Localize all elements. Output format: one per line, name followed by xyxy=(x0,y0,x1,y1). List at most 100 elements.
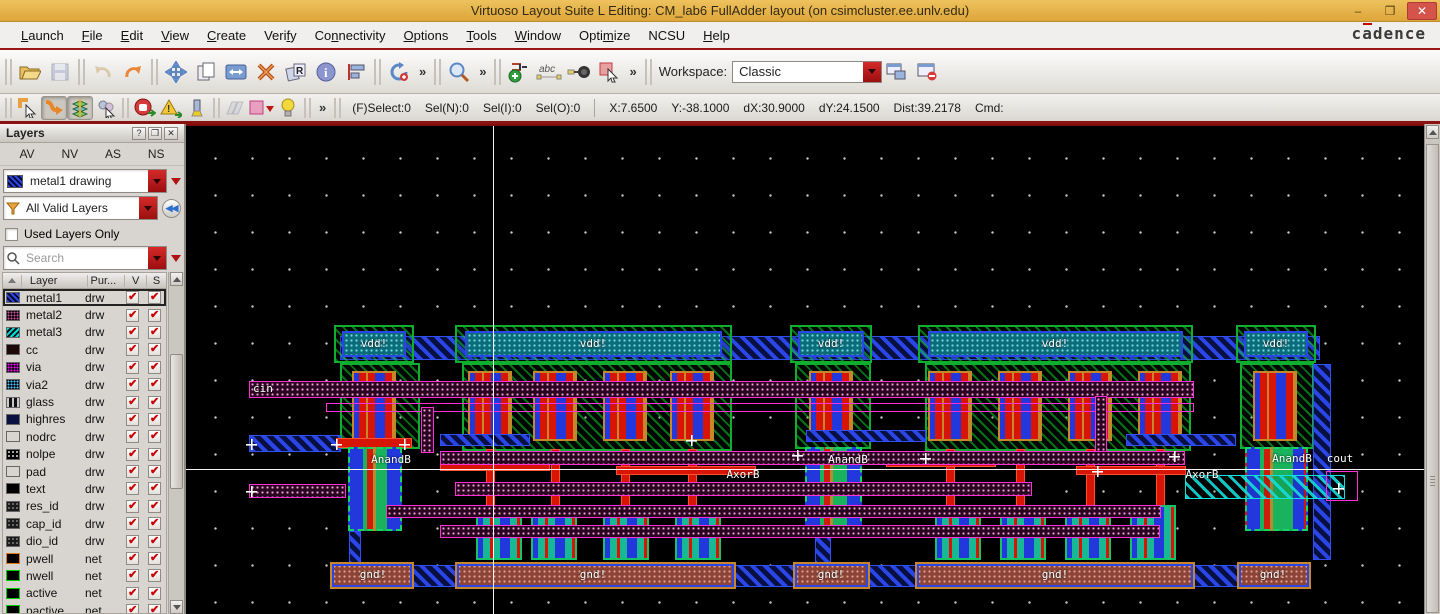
toolbar-grip[interactable] xyxy=(374,58,381,85)
layer-table-scrollbar[interactable] xyxy=(168,272,184,614)
properties-button[interactable]: i xyxy=(311,57,341,87)
layer-row-pad[interactable]: pad drw ✔ ✔ xyxy=(3,463,166,480)
layout-shape-m1h[interactable] xyxy=(1126,434,1236,446)
net-label-vdd[interactable]: vdd! xyxy=(361,337,388,350)
toolbar-overflow[interactable]: » xyxy=(474,64,491,79)
undo-button[interactable] xyxy=(88,57,118,87)
net-label-gnd[interactable]: gnd! xyxy=(1042,568,1069,581)
net-label-cout[interactable]: cout xyxy=(1327,452,1354,465)
layout-shape-m1h[interactable] xyxy=(440,434,530,446)
layer-visible-checkbox[interactable]: ✔ xyxy=(126,412,140,426)
fill-style-button[interactable] xyxy=(249,96,275,120)
create-label-button[interactable]: abc xyxy=(534,57,564,87)
column-selectable[interactable]: S xyxy=(146,274,166,287)
layer-row-metal3[interactable]: metal3 drw ✔ ✔ xyxy=(3,324,166,341)
menu-item-window[interactable]: Window xyxy=(506,28,570,43)
toolbar-grip[interactable] xyxy=(5,97,12,118)
layer-visible-checkbox[interactable]: ✔ xyxy=(126,534,140,548)
net-label-anandb[interactable]: AnandB xyxy=(828,453,868,466)
column-purpose[interactable]: Pur... xyxy=(86,274,125,287)
layer-row-res_id[interactable]: res_id drw ✔ ✔ xyxy=(3,498,166,515)
rotate-button[interactable]: R xyxy=(281,57,311,87)
layer-visible-checkbox[interactable]: ✔ xyxy=(126,430,140,444)
layer-visible-checkbox[interactable]: ✔ xyxy=(126,447,140,461)
create-instance-button[interactable] xyxy=(504,57,534,87)
menu-item-verify[interactable]: Verify xyxy=(255,28,306,43)
menu-item-create[interactable]: Create xyxy=(198,28,255,43)
layout-shape-m2[interactable] xyxy=(386,505,1161,518)
layers-panel-titlebar[interactable]: Layers ? ❐ ✕ xyxy=(0,124,184,143)
layer-visible-checkbox[interactable]: ✔ xyxy=(126,517,140,531)
net-label-gnd[interactable]: gnd! xyxy=(360,568,387,581)
menu-item-view[interactable]: View xyxy=(152,28,198,43)
layer-selectable-checkbox[interactable]: ✔ xyxy=(148,586,161,600)
menu-item-help[interactable]: Help xyxy=(694,28,739,43)
copy-button[interactable] xyxy=(191,57,221,87)
layer-visible-checkbox[interactable]: ✔ xyxy=(126,395,140,409)
workspace-dropdown-icon[interactable] xyxy=(863,61,882,82)
layer-row-metal2[interactable]: metal2 drw ✔ ✔ xyxy=(3,306,166,323)
layer-row-cap_id[interactable]: cap_id drw ✔ ✔ xyxy=(3,515,166,532)
redo-button[interactable] xyxy=(118,57,148,87)
layer-visible-checkbox[interactable]: ✔ xyxy=(126,378,140,392)
toolbar-grip[interactable] xyxy=(334,97,342,118)
layer-filter-dropdown-icon[interactable] xyxy=(139,197,157,219)
layer-row-dio_id[interactable]: dio_id drw ✔ ✔ xyxy=(3,532,166,549)
menu-item-edit[interactable]: Edit xyxy=(112,28,152,43)
layer-row-pwell[interactable]: pwell net ✔ ✔ xyxy=(3,550,166,567)
select-mode-button[interactable] xyxy=(594,57,624,87)
toolbar-grip[interactable] xyxy=(5,58,12,85)
layer-visible-checkbox[interactable]: ✔ xyxy=(126,308,140,322)
layout-shape-m1h[interactable] xyxy=(806,430,926,442)
net-label-anandb[interactable]: AnandB xyxy=(371,453,411,466)
layer-selectable-checkbox[interactable]: ✔ xyxy=(148,482,161,496)
menu-item-file[interactable]: File xyxy=(73,28,112,43)
save-button[interactable] xyxy=(45,57,75,87)
net-label-gnd[interactable]: gnd! xyxy=(1260,568,1287,581)
menu-item-connectivity[interactable]: Connectivity xyxy=(306,28,395,43)
highlight-button[interactable] xyxy=(275,96,301,120)
toolbar-grip[interactable] xyxy=(434,58,442,85)
area-select-button[interactable] xyxy=(93,96,119,120)
create-pin-button[interactable] xyxy=(564,57,594,87)
layer-visible-checkbox[interactable]: ✔ xyxy=(126,586,140,600)
layer-visible-checkbox[interactable]: ✔ xyxy=(126,325,140,339)
layer-row-glass[interactable]: glass drw ✔ ✔ xyxy=(3,393,166,410)
canvas-scrollbar[interactable] xyxy=(1424,124,1440,614)
scrollbar-thumb[interactable] xyxy=(170,354,183,489)
toolbar-overflow[interactable]: » xyxy=(624,64,641,79)
layer-search-field[interactable]: Search xyxy=(3,246,167,270)
canvas-scrollbar-thumb[interactable] xyxy=(1426,144,1439,613)
workspace-combo[interactable]: Classic xyxy=(732,60,883,83)
layer-selectable-checkbox[interactable]: ✔ xyxy=(148,378,161,392)
active-layer-combo[interactable]: metal1 drawing xyxy=(3,169,167,193)
layer-selectable-checkbox[interactable]: ✔ xyxy=(148,325,161,339)
canvas-scroll-up-button[interactable] xyxy=(1426,125,1439,139)
net-label-cin[interactable]: cin xyxy=(253,382,273,395)
scroll-up-button[interactable] xyxy=(170,272,183,286)
layer-visible-checkbox[interactable]: ✔ xyxy=(126,465,140,479)
layout-shape-m2[interactable] xyxy=(249,484,346,498)
layer-selectable-checkbox[interactable]: ✔ xyxy=(148,308,161,322)
move-button[interactable] xyxy=(161,57,191,87)
layer-search-dropdown-icon[interactable] xyxy=(148,247,166,269)
layout-shape-m2[interactable] xyxy=(440,525,1160,538)
layer-selectable-checkbox[interactable]: ✔ xyxy=(148,534,161,548)
toolbar-grip[interactable] xyxy=(494,58,502,85)
delete-workspace-button[interactable] xyxy=(912,57,942,87)
layer-row-pactive[interactable]: pactive net ✔ ✔ xyxy=(3,602,166,613)
layer-visible-checkbox[interactable]: ✔ xyxy=(126,569,140,583)
net-label-anandb[interactable]: AnandB xyxy=(1272,452,1312,465)
layout-shape-ptrans[interactable] xyxy=(1253,371,1297,441)
active-layer-dropdown-icon[interactable] xyxy=(148,170,166,192)
net-label-vdd[interactable]: vdd! xyxy=(580,337,607,350)
layer-selectable-checkbox[interactable]: ✔ xyxy=(148,395,161,409)
pin-tool-button[interactable] xyxy=(184,96,210,120)
panel-help-button[interactable]: ? xyxy=(132,126,146,140)
net-label-vdd[interactable]: vdd! xyxy=(1263,337,1290,350)
hierarchy-button[interactable] xyxy=(223,96,249,120)
visibility-button-as[interactable]: AS xyxy=(101,146,125,162)
layout-shape-m2[interactable] xyxy=(440,451,1185,465)
delete-button[interactable] xyxy=(251,57,281,87)
layer-selectable-checkbox[interactable]: ✔ xyxy=(148,552,161,566)
